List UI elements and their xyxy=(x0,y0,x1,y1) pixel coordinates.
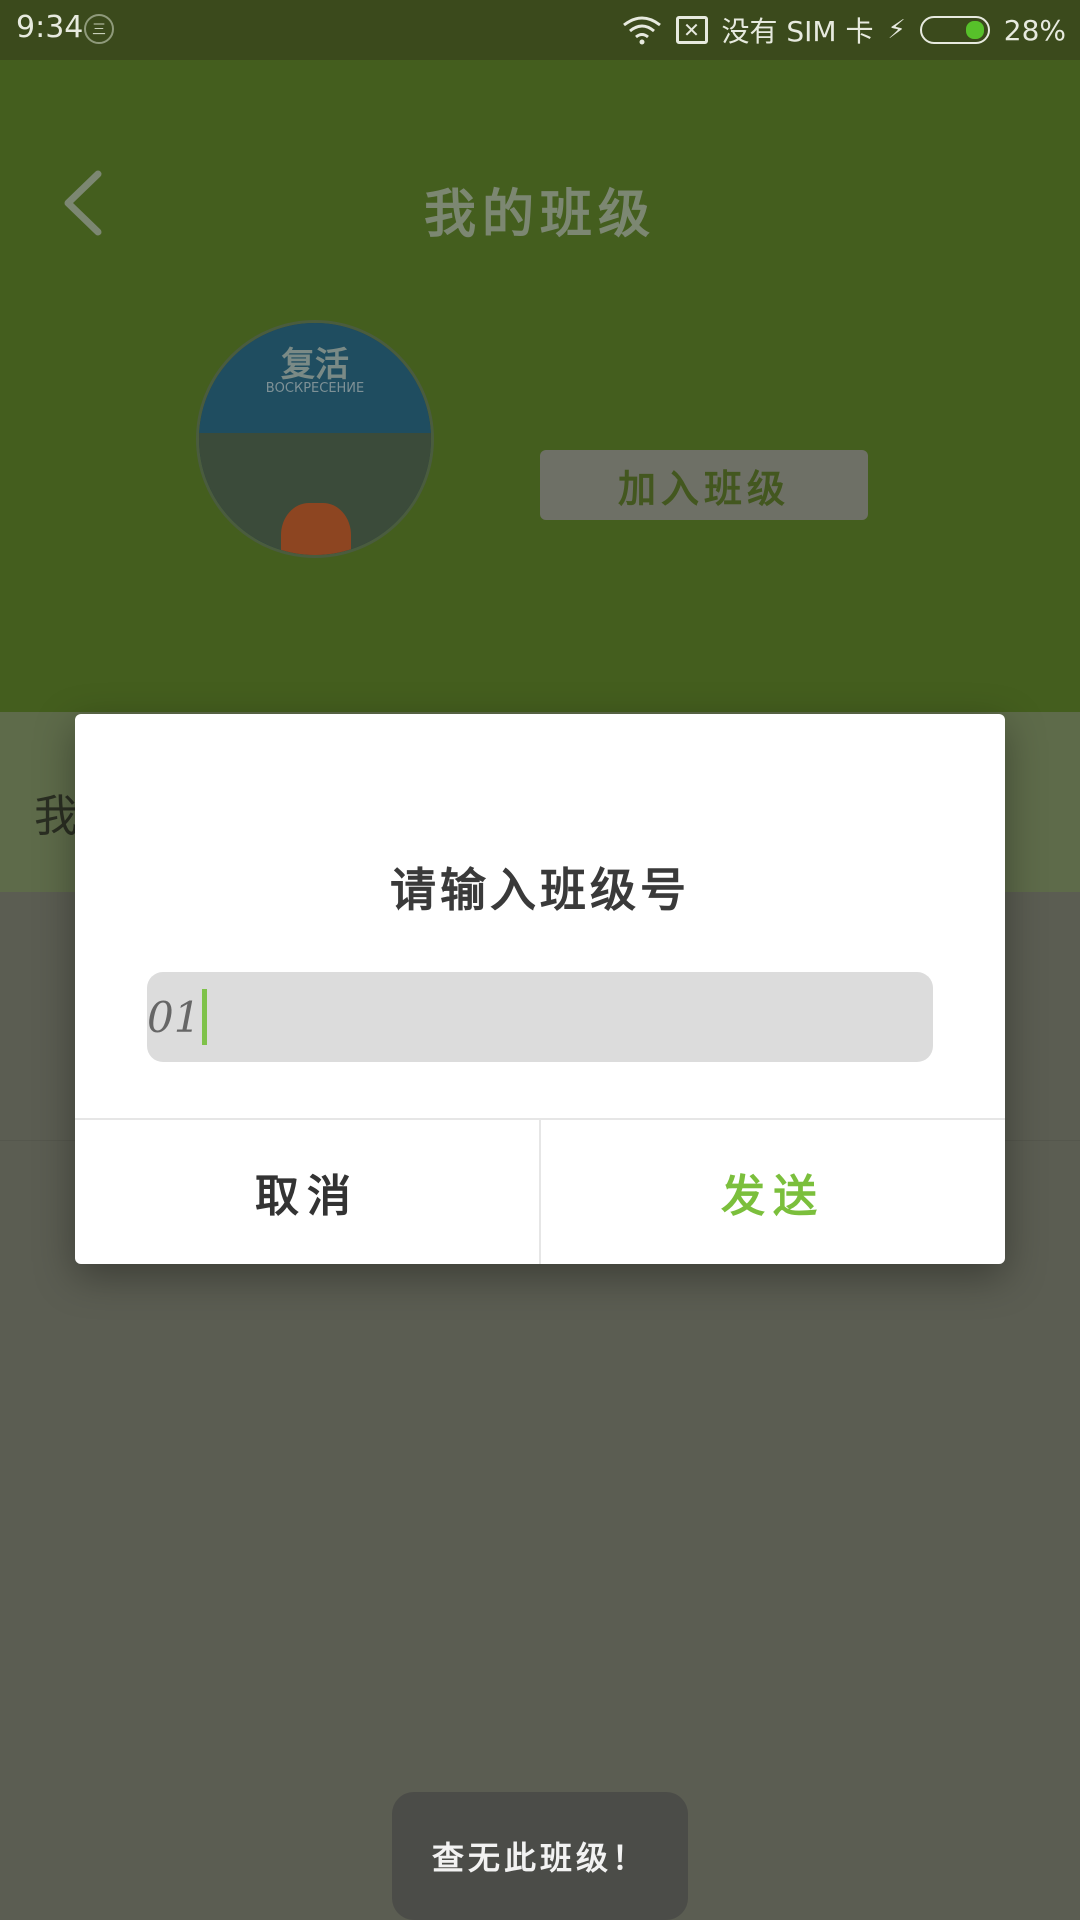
page-title: 我的班级 xyxy=(423,185,656,245)
battery-percent: 28% xyxy=(1003,13,1066,47)
cancel-button[interactable]: 取消 xyxy=(75,1120,539,1264)
avatar-book-subtitle: ВОСКРЕСЕНИЕ xyxy=(265,381,365,396)
section-label: 我 xyxy=(34,791,78,842)
class-header: 我的班级 xyxy=(0,60,1080,712)
join-class-button[interactable]: 加入班级 xyxy=(540,450,868,520)
dialog-title: 请输入班级号 xyxy=(390,863,690,917)
input-value: 01 xyxy=(147,992,201,1042)
status-icons: ✕ 没有 SIM 卡 ⚡ 28% xyxy=(622,10,1066,50)
toast-message: 查无此班级！ xyxy=(392,1792,688,1920)
avatar-book-title: 复活 xyxy=(281,345,349,385)
notification-badge-icon: 三 xyxy=(84,14,114,44)
class-avatar: 复活 ВОСКРЕСЕНИЕ xyxy=(196,320,434,558)
status-time: 9:34 xyxy=(16,10,84,45)
battery-icon xyxy=(919,16,990,44)
charging-bolt-icon: ⚡ xyxy=(887,15,906,45)
no-sim-icon: ✕ xyxy=(675,16,708,44)
class-number-dialog: 请输入班级号 01 取消 发送 xyxy=(75,714,1005,1264)
wifi-icon xyxy=(622,16,661,45)
text-caret xyxy=(202,989,208,1045)
sim-status-text: 没有 SIM 卡 xyxy=(721,15,874,48)
class-number-input[interactable]: 01 xyxy=(147,972,933,1062)
status-bar: 9:34 三 ✕ 没有 SIM 卡 ⚡ 28% xyxy=(0,0,1080,60)
send-button[interactable]: 发送 xyxy=(541,1120,1005,1264)
